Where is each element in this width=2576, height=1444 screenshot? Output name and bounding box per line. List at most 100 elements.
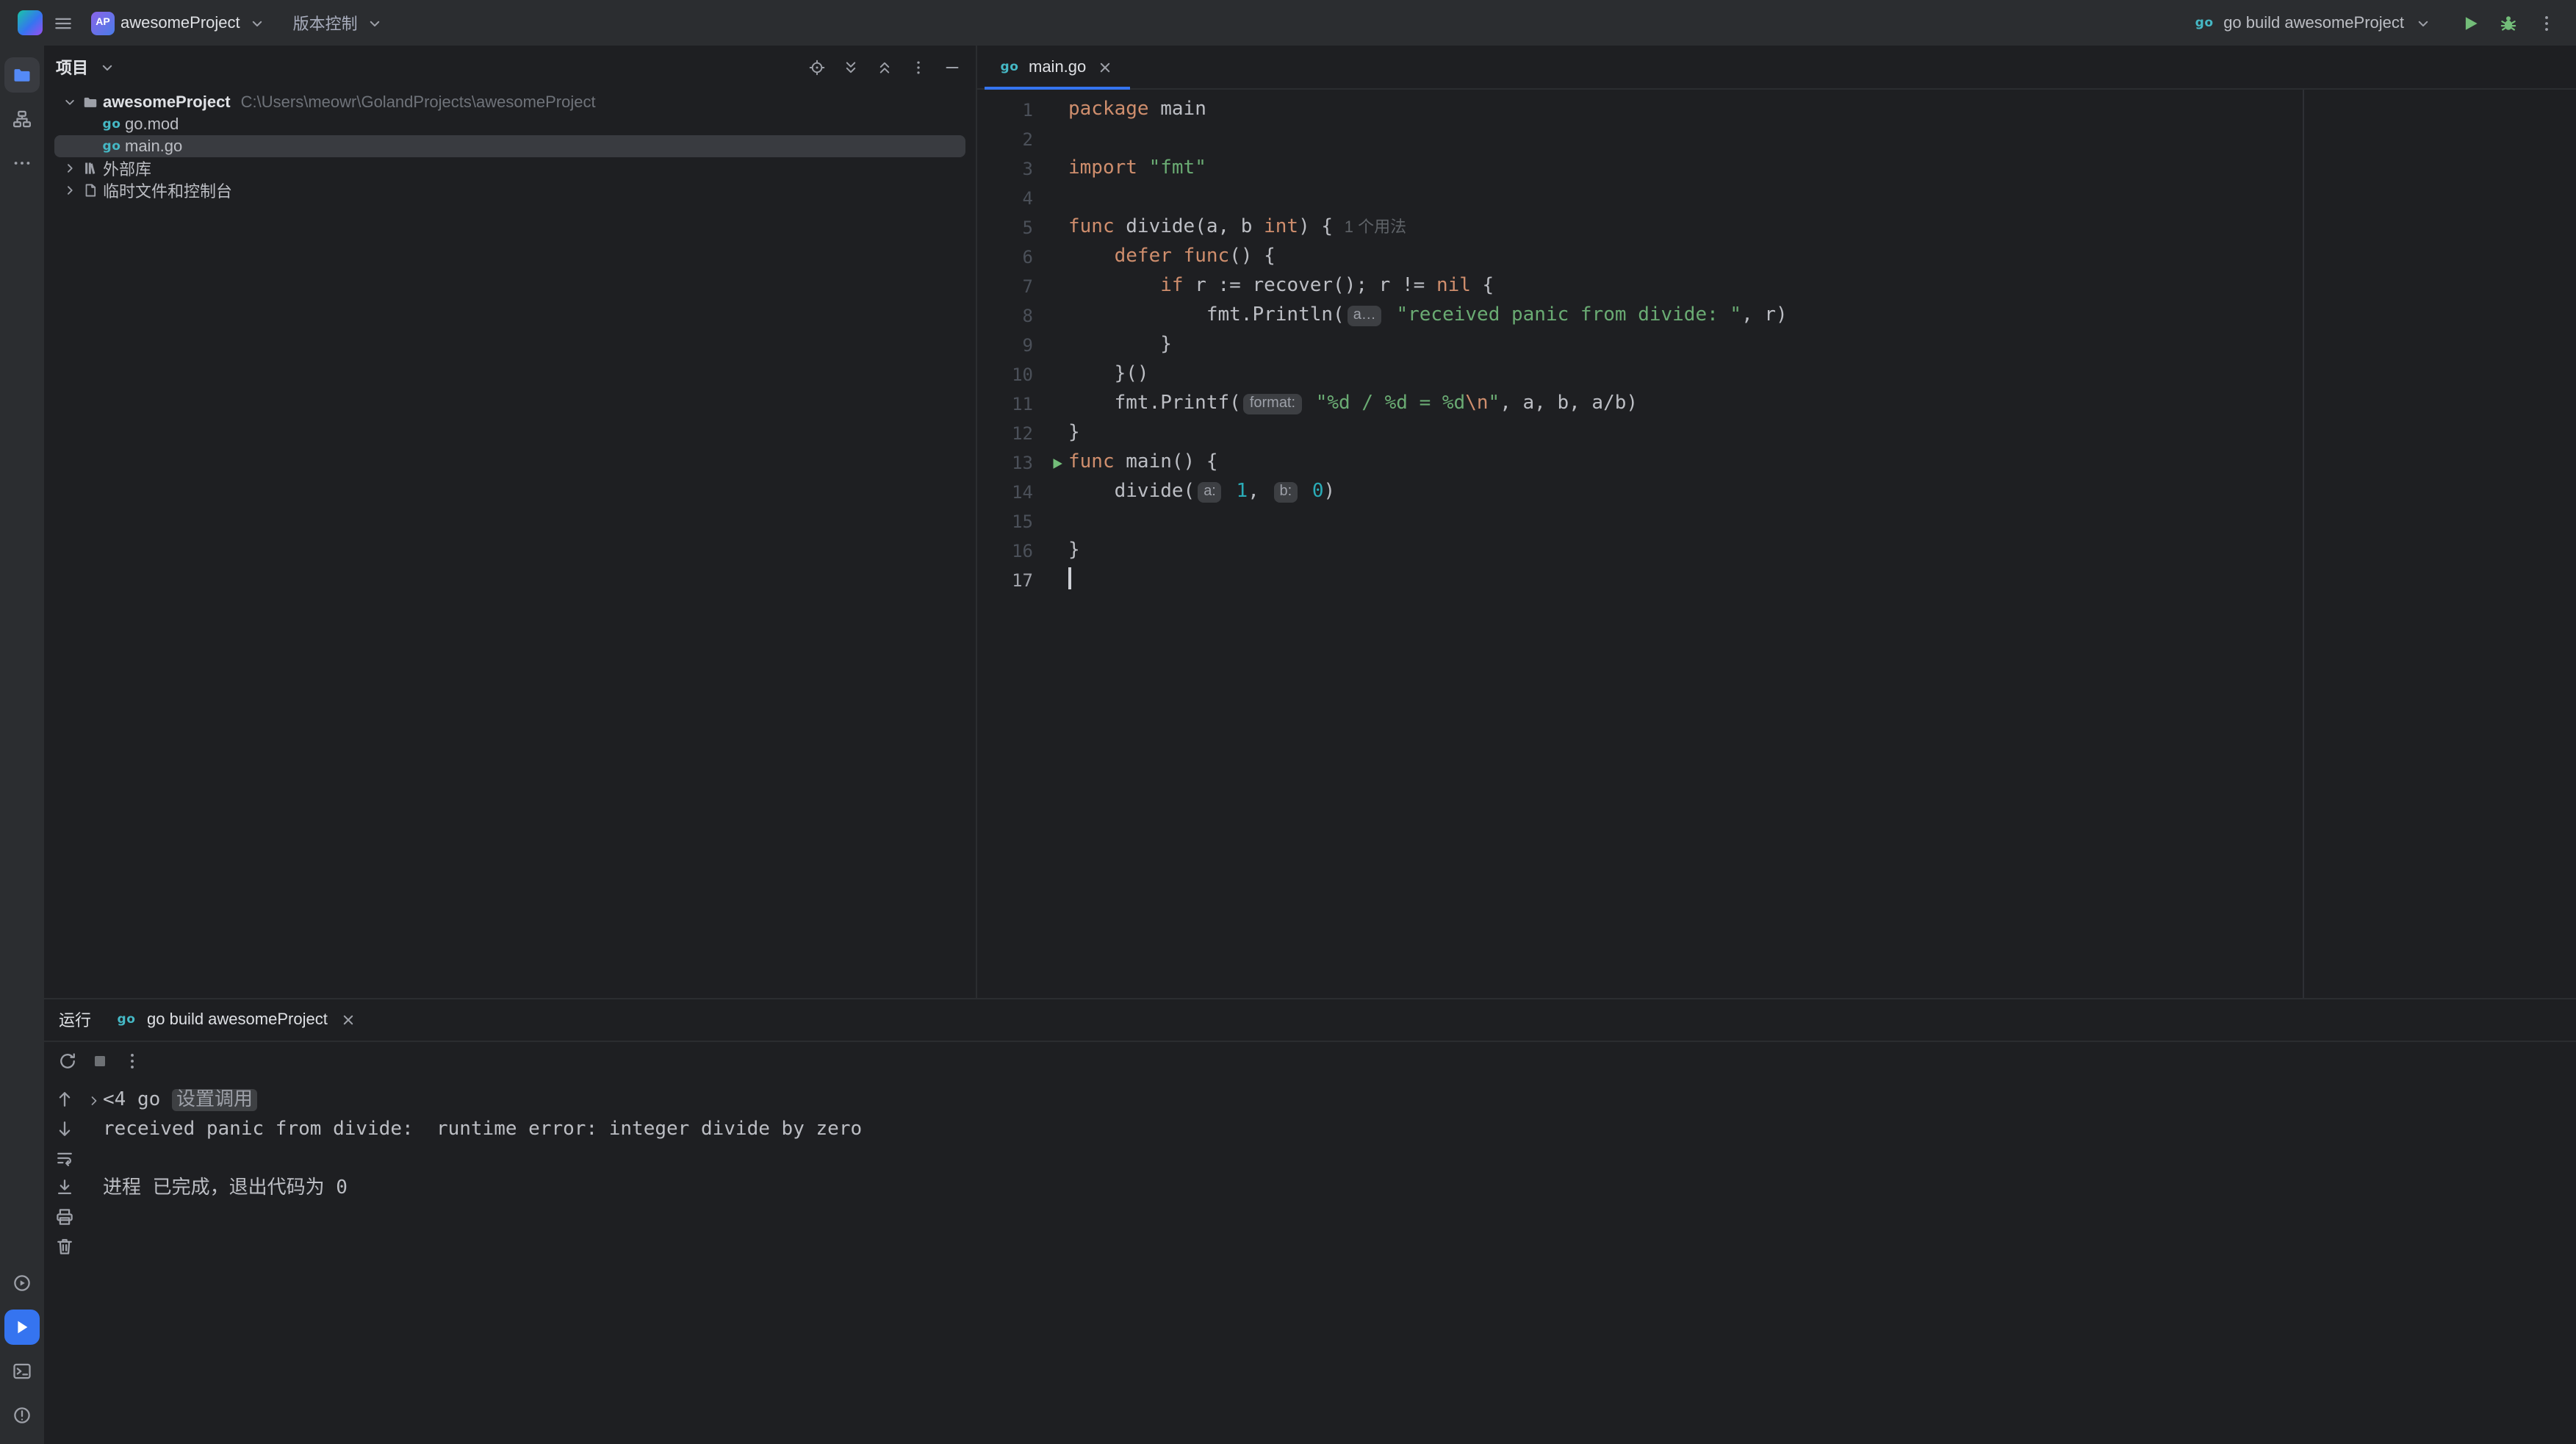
project-tree: awesomeProjectC:\Users\meowr\GolandProje… <box>44 90 976 997</box>
problems-icon <box>10 1403 34 1426</box>
run-configuration-selector[interactable]: go go build awesomeProject <box>2184 5 2444 40</box>
trash-icon[interactable] <box>53 1234 76 1257</box>
go-mod-icon: go <box>100 112 123 136</box>
line-number: 5 <box>977 213 1045 243</box>
more-actions-button[interactable] <box>2535 11 2558 35</box>
line-number: 9 <box>977 331 1045 360</box>
run-config-icon: go <box>2192 11 2216 35</box>
line-number: 1 <box>977 96 1045 125</box>
kebab-icon[interactable] <box>120 1049 144 1073</box>
line-number: 7 <box>977 272 1045 301</box>
line-number: 13 <box>977 448 1045 478</box>
tree-item-label: go.mod <box>125 115 179 133</box>
chevron-down-icon <box>246 11 270 35</box>
code-line-1[interactable]: 1package main <box>977 96 2576 125</box>
target-icon[interactable] <box>805 56 829 79</box>
code-line-7[interactable]: 7 if r := recover(); r != nil { <box>977 272 2576 301</box>
code-line-11[interactable]: 11 fmt.Printf(format: "%d / %d = %d\n", … <box>977 389 2576 419</box>
code-line-10[interactable]: 10 }() <box>977 360 2576 389</box>
tree-item-main-go[interactable]: gomain.go <box>54 135 965 157</box>
project-panel-actions <box>805 56 964 79</box>
editor-lines: 1package main23import "fmt"45func divide… <box>977 96 2576 595</box>
inlay-hint: a: <box>1198 482 1222 503</box>
tree-item-external-libraries[interactable]: 外部库 <box>54 157 965 179</box>
expand-all-icon[interactable] <box>839 56 863 79</box>
tool-strip-button-run[interactable] <box>4 1309 40 1344</box>
print-icon[interactable] <box>53 1204 76 1228</box>
tree-item-scratches[interactable]: 临时文件和控制台 <box>54 179 965 201</box>
close-icon[interactable] <box>1093 55 1117 79</box>
folded-text[interactable]: 设置调用 <box>172 1088 257 1110</box>
scroll-end-icon[interactable] <box>53 1175 76 1199</box>
code-line-6[interactable]: 6 defer func() { <box>977 243 2576 272</box>
run-gutter-icon[interactable] <box>1045 451 1068 475</box>
console-output[interactable]: <4 go 设置调用received panic from divide: ru… <box>85 1081 2576 1444</box>
line-number: 6 <box>977 243 1045 272</box>
tree-item-label: awesomeProject <box>103 93 231 111</box>
collapse-all-icon[interactable] <box>873 56 896 79</box>
code-line-13[interactable]: 13func main() { <box>977 448 2576 478</box>
console-line-4: 进程 已完成，退出代码为 0 <box>85 1174 2576 1203</box>
line-number: 8 <box>977 301 1045 331</box>
arrow-up-icon[interactable] <box>53 1087 76 1110</box>
tool-window-strip <box>0 46 44 1444</box>
app-logo-icon <box>18 10 43 35</box>
stop-icon[interactable] <box>88 1049 112 1073</box>
code-line-12[interactable]: 12} <box>977 419 2576 448</box>
line-number: 2 <box>977 125 1045 154</box>
tool-strip-button-problems[interactable] <box>4 1397 40 1432</box>
soft-wrap-icon[interactable] <box>53 1146 76 1169</box>
run-tool-window: 运行 go go build awesomeProject <4 go 设置调用… <box>44 997 2576 1444</box>
minus-icon[interactable] <box>940 56 964 79</box>
inlay-hint: a… <box>1348 306 1382 326</box>
project-widget[interactable]: AP awesomeProject <box>84 5 277 40</box>
debug-button[interactable] <box>2497 11 2520 35</box>
run-tab-go-build[interactable]: go go build awesomeProject <box>115 1007 360 1031</box>
go-file-icon: go <box>100 134 123 158</box>
folder-icon <box>10 63 34 87</box>
run-panel-title: 运行 <box>59 1007 91 1031</box>
tool-strip-button-project[interactable] <box>4 57 40 93</box>
library-icon <box>78 157 101 180</box>
code-line-2[interactable]: 2 <box>977 125 2576 154</box>
inlay-hint: b: <box>1274 482 1298 503</box>
code-line-15[interactable]: 15 <box>977 507 2576 536</box>
terminal-icon <box>10 1359 34 1382</box>
run-button[interactable] <box>2458 11 2482 35</box>
project-name: awesomeProject <box>120 14 240 32</box>
chevron-down-icon <box>2411 11 2435 35</box>
scratch-icon <box>78 179 101 202</box>
run-panel-header: 运行 go go build awesomeProject <box>44 999 2576 1041</box>
goland-window: AP awesomeProject 版本控制 go go build aweso… <box>0 0 2576 1444</box>
tree-item-go-mod[interactable]: gogo.mod <box>54 113 965 135</box>
kebab-icon[interactable] <box>907 56 930 79</box>
tool-strip-button-more[interactable] <box>4 146 40 181</box>
line-number: 4 <box>977 184 1045 213</box>
editor-tab-main-go[interactable]: go main.go <box>985 46 1130 88</box>
services-icon <box>10 1271 34 1294</box>
code-line-8[interactable]: 8 fmt.Println(a… "received panic from di… <box>977 301 2576 331</box>
code-line-14[interactable]: 14 divide(a: 1, b: 0) <box>977 478 2576 507</box>
code-line-3[interactable]: 3import "fmt" <box>977 154 2576 184</box>
close-icon[interactable] <box>337 1007 360 1031</box>
line-number: 16 <box>977 536 1045 566</box>
tool-strip-button-structure[interactable] <box>4 101 40 137</box>
run-tab-label: go build awesomeProject <box>147 1010 328 1028</box>
main-menu-icon[interactable] <box>51 11 75 35</box>
tool-strip-button-terminal[interactable] <box>4 1353 40 1388</box>
chevron-down-icon[interactable] <box>96 56 119 79</box>
tree-item-root[interactable]: awesomeProjectC:\Users\meowr\GolandProje… <box>54 91 965 113</box>
code-line-9[interactable]: 9 } <box>977 331 2576 360</box>
console-side-toolbar <box>44 1081 85 1444</box>
code-line-17[interactable]: 17 <box>977 566 2576 595</box>
code-line-4[interactable]: 4 <box>977 184 2576 213</box>
code-line-16[interactable]: 16} <box>977 536 2576 566</box>
run-toolbar <box>44 1041 2576 1081</box>
rerun-icon[interactable] <box>56 1049 79 1073</box>
inlay-hint: format: <box>1244 394 1301 414</box>
tool-strip-button-services[interactable] <box>4 1265 40 1300</box>
vcs-widget[interactable]: 版本控制 <box>286 5 395 40</box>
arrow-down-icon[interactable] <box>53 1116 76 1140</box>
editor-content[interactable]: 1package main23import "fmt"45func divide… <box>977 90 2576 997</box>
code-line-5[interactable]: 5func divide(a, b int) { 1 个用法 <box>977 213 2576 243</box>
